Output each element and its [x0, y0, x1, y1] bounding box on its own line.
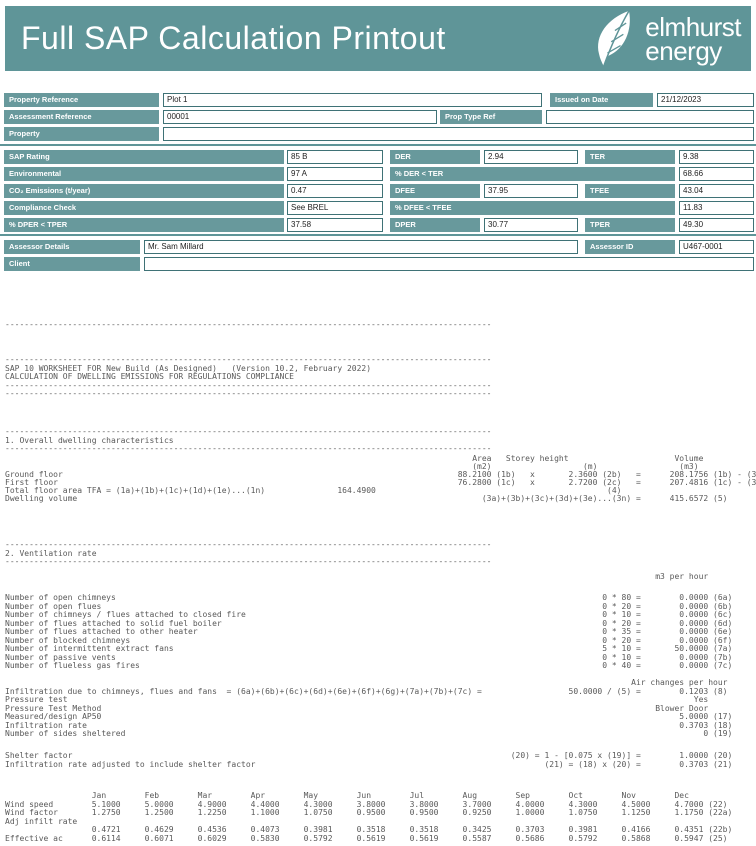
worksheet-block: Air changes per hourInfiltration due to …: [5, 679, 732, 739]
worksheet-line: Number of sides sheltered 0 (19): [5, 730, 732, 739]
worksheet-line: ----------------------------------------…: [5, 390, 491, 399]
worksheet-line: ----------------------------------------…: [5, 321, 491, 330]
worksheet-block: ----------------------------------------…: [5, 428, 491, 454]
worksheet-line: ----------------------------------------…: [5, 445, 491, 454]
worksheet-line: m3 per hour: [5, 573, 708, 582]
worksheet-block: ----------------------------------------…: [5, 321, 491, 330]
worksheet-block: Number of open chimneys 0 * 80 = 0.0000 …: [5, 594, 732, 671]
worksheet-line: Infiltration rate adjusted to include sh…: [5, 761, 732, 770]
worksheet-block: ----------------------------------------…: [5, 541, 491, 567]
worksheet-block: Shelter factor (20) = 1 - [0.075 x (19)]…: [5, 752, 732, 769]
worksheet: ----------------------------------------…: [0, 0, 756, 846]
worksheet-block: Jan Feb Mar Apr May Jun Jul Aug Sep Oct …: [5, 792, 732, 843]
sap-printout-page: Full SAP Calculation Printout elmhurst e…: [0, 0, 756, 846]
worksheet-line: Effective ac 0.6114 0.6071 0.6029 0.5830…: [5, 835, 732, 844]
worksheet-line: Wind factor 1.2750 1.2500 1.2250 1.1000 …: [5, 809, 732, 818]
worksheet-line: Dwelling volume (3a)+(3b)+(3c)+(3d)+(3e)…: [5, 495, 756, 503]
worksheet-block: ----------------------------------------…: [5, 356, 491, 399]
worksheet-line: ----------------------------------------…: [5, 558, 491, 567]
worksheet-block: m3 per hour: [5, 573, 708, 582]
worksheet-line: Number of flueless gas fires 0 * 40 = 0.…: [5, 662, 732, 671]
worksheet-block: Area Storey height Volume (m2) (m) (m3)G…: [5, 455, 756, 503]
